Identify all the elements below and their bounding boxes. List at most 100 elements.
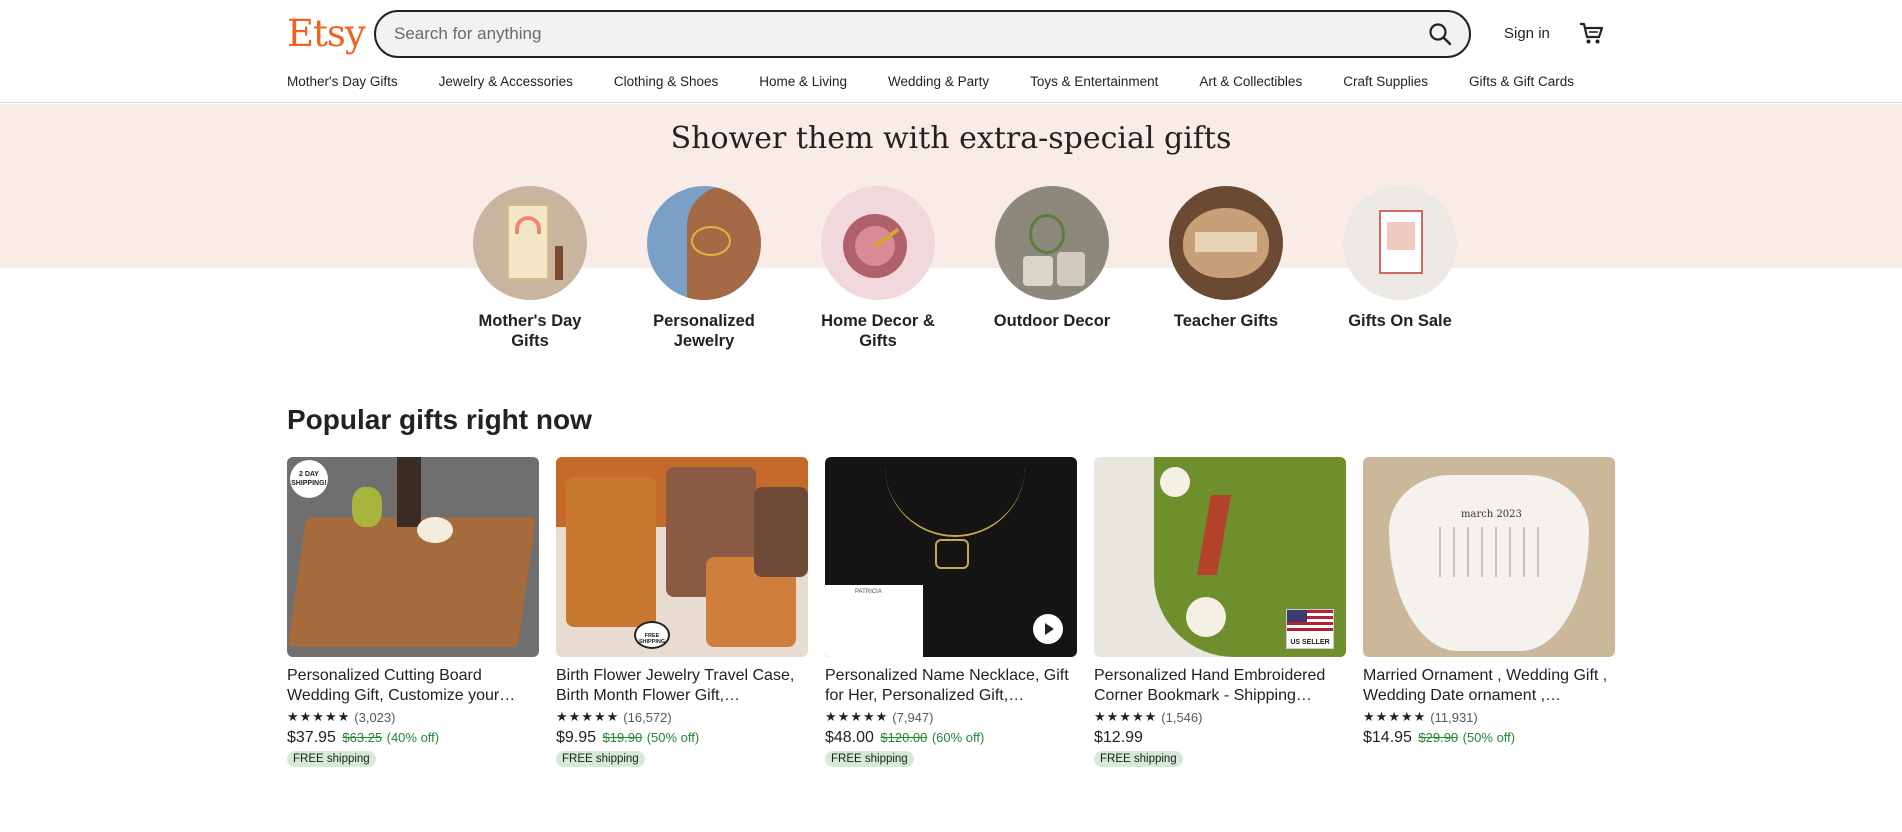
product-price: $37.95 $63.25 (40% off) (287, 729, 539, 747)
free-shipping-badge: FREE shipping (556, 751, 645, 767)
category-outdoor-decor[interactable]: Outdoor Decor (982, 186, 1122, 331)
us-seller-label: US SELLER (1290, 639, 1330, 646)
product-price: $48.00 $120.00 (60% off) (825, 729, 1077, 747)
shipping-tag: 2 DAY SHIPPING! (290, 460, 328, 498)
category-image (821, 186, 935, 300)
star-rating-icon: ★★★★★ (825, 709, 889, 724)
price-original: $63.25 (342, 730, 383, 745)
price-original: $29.90 (1418, 730, 1459, 745)
play-icon (1045, 623, 1054, 635)
free-shipping-badge: FREE shipping (1094, 751, 1183, 767)
product-price: $12.99 (1094, 729, 1346, 747)
product-title: Personalized Hand Embroidered Corner Boo… (1094, 667, 1326, 704)
product-rating: ★★★★★ (16,572) (556, 709, 808, 725)
search-button[interactable] (1427, 21, 1453, 47)
cart-button[interactable] (1578, 20, 1604, 46)
popular-gifts-list: 2 DAY SHIPPING! Personalized Cutting Boa… (287, 457, 1617, 777)
category-image (647, 186, 761, 300)
product-rating: ★★★★★ (1,546) (1094, 709, 1346, 725)
product-card[interactable]: FREE SHIPPING Birth Flower Jewelry Trave… (556, 457, 808, 767)
ornament-month-label: march 2023 (1461, 509, 1522, 520)
review-count: (16,572) (623, 709, 672, 725)
play-button[interactable] (1033, 614, 1063, 644)
category-nav: Mother's Day Gifts Jewelry & Accessories… (287, 74, 1615, 89)
review-count: (11,931) (1430, 709, 1478, 725)
product-image: 2 DAY SHIPPING! (287, 457, 539, 657)
category-label: Teacher Gifts (1173, 312, 1279, 330)
etsy-logo[interactable]: Etsy (287, 12, 366, 55)
nav-item-clothing[interactable]: Clothing & Shoes (614, 74, 718, 89)
sign-in-link[interactable]: Sign in (1504, 25, 1550, 42)
price-current: $48.00 (825, 729, 874, 746)
product-card[interactable]: PATRICIA Personalized Name Necklace, Gif… (825, 457, 1077, 767)
product-rating: ★★★★★ (11,931) (1363, 709, 1615, 725)
product-rating: ★★★★★ (3,023) (287, 709, 539, 725)
category-teacher-gifts[interactable]: Teacher Gifts (1156, 186, 1296, 331)
category-label: Outdoor Decor (993, 312, 1111, 330)
cart-icon (1580, 22, 1604, 44)
nav-item-home-living[interactable]: Home & Living (759, 74, 847, 89)
nav-item-jewelry[interactable]: Jewelry & Accessories (439, 74, 573, 89)
product-image: PATRICIA (825, 457, 1077, 657)
nav-item-craft-supplies[interactable]: Craft Supplies (1343, 74, 1428, 89)
necklace-name-tag: PATRICIA (855, 589, 882, 595)
category-home-decor[interactable]: Home Decor & Gifts (808, 186, 948, 351)
review-count: (3,023) (354, 709, 396, 725)
category-gifts-on-sale[interactable]: Gifts On Sale (1330, 186, 1470, 331)
category-mothers-day-gifts[interactable]: Mother's Day Gifts (460, 186, 600, 351)
search-input[interactable] (394, 12, 1354, 56)
product-card[interactable]: US SELLER Personalized Hand Embroidered … (1094, 457, 1346, 767)
product-title: Married Ornament , Wedding Gift , Weddin… (1363, 667, 1608, 704)
category-label: Gifts On Sale (1348, 312, 1452, 330)
price-discount: (50% off) (1462, 730, 1516, 745)
us-seller-badge: US SELLER (1286, 609, 1334, 649)
product-image: march 2023 (1363, 457, 1615, 657)
price-discount: (50% off) (646, 730, 700, 745)
price-discount: (60% off) (931, 730, 985, 745)
site-header: Etsy Sign in Mother's Day Gifts Jewelry … (0, 0, 1902, 103)
category-label: Home Decor & Gifts (821, 312, 935, 350)
product-price: $9.95 $19.90 (50% off) (556, 729, 808, 747)
free-shipping-badge: FREE shipping (825, 751, 914, 767)
star-rating-icon: ★★★★★ (556, 709, 620, 724)
product-image: US SELLER (1094, 457, 1346, 657)
review-count: (1,546) (1161, 709, 1203, 725)
free-shipping-badge: FREE shipping (287, 751, 376, 767)
product-card[interactable]: march 2023 Married Ornament , Wedding Gi… (1363, 457, 1615, 747)
gift-category-circles: Mother's Day Gifts Personalized Jewelry … (460, 186, 1457, 366)
price-original: $120.00 (880, 730, 928, 745)
product-card[interactable]: 2 DAY SHIPPING! Personalized Cutting Boa… (287, 457, 539, 767)
nav-item-toys[interactable]: Toys & Entertainment (1030, 74, 1158, 89)
nav-item-mothers-day-gifts[interactable]: Mother's Day Gifts (287, 74, 398, 89)
price-current: $37.95 (287, 729, 336, 746)
price-discount: (40% off) (386, 730, 440, 745)
product-image: FREE SHIPPING (556, 457, 808, 657)
price-current: $9.95 (556, 729, 597, 746)
shipping-tag: FREE SHIPPING (634, 621, 670, 649)
price-current: $12.99 (1094, 729, 1143, 746)
star-rating-icon: ★★★★★ (287, 709, 351, 724)
category-image (473, 186, 587, 300)
nav-item-wedding-party[interactable]: Wedding & Party (888, 74, 989, 89)
price-current: $14.95 (1363, 729, 1412, 746)
category-label: Mother's Day Gifts (478, 312, 582, 350)
category-image (995, 186, 1109, 300)
product-rating: ★★★★★ (7,947) (825, 709, 1077, 725)
category-image (1169, 186, 1283, 300)
popular-gifts-title: Popular gifts right now (287, 404, 592, 435)
nav-item-gifts[interactable]: Gifts & Gift Cards (1469, 74, 1574, 89)
hero-title: Shower them with extra-special gifts (670, 121, 1232, 156)
product-title: Birth Flower Jewelry Travel Case, Birth … (556, 667, 795, 704)
star-rating-icon: ★★★★★ (1363, 709, 1427, 724)
review-count: (7,947) (892, 709, 934, 725)
nav-item-art[interactable]: Art & Collectibles (1199, 74, 1302, 89)
us-flag-icon (1287, 610, 1333, 634)
price-original: $19.90 (602, 730, 643, 745)
category-image (1343, 186, 1457, 300)
category-personalized-jewelry[interactable]: Personalized Jewelry (634, 186, 774, 351)
product-title: Personalized Cutting Board Wedding Gift,… (287, 667, 516, 704)
category-label: Personalized Jewelry (653, 312, 755, 350)
search-bar (374, 10, 1471, 58)
product-price: $14.95 $29.90 (50% off) (1363, 729, 1615, 747)
product-title: Personalized Name Necklace, Gift for Her… (825, 667, 1069, 704)
